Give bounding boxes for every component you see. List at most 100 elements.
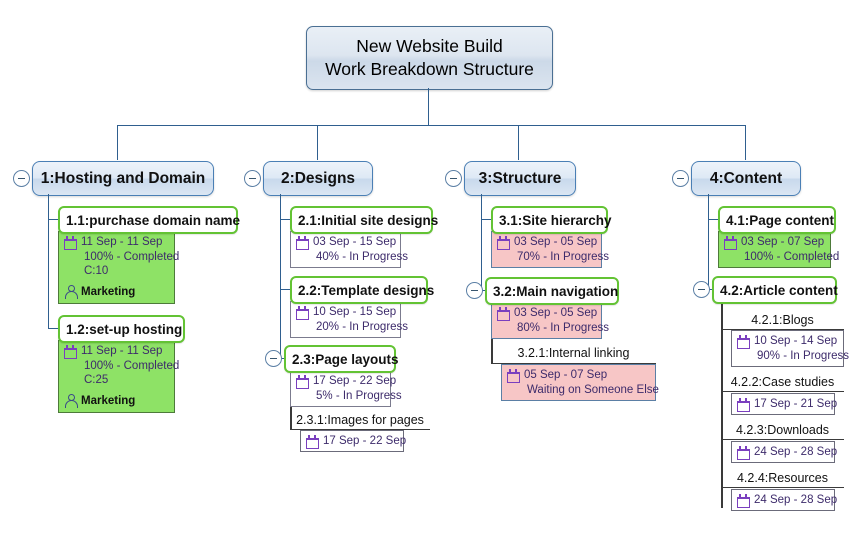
task-card-2-3[interactable]: 17 Sep - 22 Sep 5% - In Progress (290, 370, 402, 407)
subtask-card-4-2-1[interactable]: 10 Sep - 14 Sep 90% - In Progress (731, 330, 850, 367)
toggle-task-2-3[interactable] (265, 350, 282, 367)
toggle-task-4-2[interactable] (693, 281, 710, 298)
task-label-3-1[interactable]: 3.1:Site hierarchy (491, 206, 612, 234)
toggle-phase-2[interactable] (244, 170, 261, 187)
task-owner-1-2: Marketing (81, 394, 136, 407)
task-card-3-2[interactable]: 03 Sep - 05 Sep 80% - In Progress (491, 302, 610, 339)
task-label-text-4-1: 4.1:Page content (726, 212, 835, 228)
task-label-4-2[interactable]: 4.2:Article content (712, 276, 838, 304)
subtask-card-3-2-1[interactable]: 05 Sep - 07 Sep Waiting on Someone Else (501, 364, 659, 401)
phase2-drop-connector (317, 125, 318, 160)
task-status-2-1: 40% - In Progress (316, 250, 409, 263)
phase1-drop-connector (117, 125, 118, 160)
task-card-4-1[interactable]: 03 Sep - 07 Sep 100% - Completed (718, 231, 840, 268)
calendar-icon (737, 335, 750, 349)
root-node[interactable]: New Website Build Work Breakdown Structu… (306, 26, 553, 90)
task-dates-3-1: 03 Sep - 05 Sep (514, 236, 598, 248)
subtask-label-4-2-2[interactable]: 4.2.2:Case studies (721, 372, 844, 392)
subtask-card-4-2-3[interactable]: 24 Sep - 28 Sep (731, 441, 837, 463)
phase3-drop-connector (518, 125, 519, 160)
phase-node-3[interactable]: 3:Structure (464, 161, 576, 196)
task-owner-1-1: Marketing (81, 285, 136, 298)
subtask-label-3-2-1[interactable]: 3.2.1:Internal linking (491, 343, 656, 364)
root-stem-connector (428, 88, 429, 125)
subtask-card-2-3-1[interactable]: 17 Sep - 22 Sep (300, 430, 407, 452)
subtask-card-4-2-4[interactable]: 24 Sep - 28 Sep (731, 489, 838, 511)
subtask-label-2-3-1[interactable]: 2.3.1:Images for pages (290, 410, 430, 430)
subtask-label-4-2-1[interactable]: 4.2.1:Blogs (721, 310, 844, 330)
task-label-text-3-1: 3.1:Site hierarchy (499, 212, 612, 228)
calendar-icon (507, 369, 520, 383)
subtask-label-4-2-3[interactable]: 4.2.3:Downloads (721, 420, 844, 440)
task-label-text-2-1: 2.1:Initial site designs (298, 212, 439, 228)
phase-label-3: 3:Structure (478, 169, 562, 187)
toggle-phase-3[interactable] (445, 170, 462, 187)
subtask-status-4-2-1: 90% - In Progress (757, 349, 850, 362)
phase-label-4: 4:Content (709, 169, 783, 187)
task-dates-2-2: 10 Sep - 15 Sep (313, 306, 397, 318)
phase3-spine-connector (481, 194, 482, 291)
level1-bus-connector (117, 125, 745, 126)
task-card-1-2[interactable]: 11 Sep - 11 Sep 100% - Completed C:25 Ma… (58, 340, 179, 413)
task-status-1-1: 100% - Completed (84, 250, 180, 263)
calendar-icon (296, 375, 309, 389)
task-label-2-3[interactable]: 2.3:Page layouts (284, 345, 399, 373)
task-card-1-1[interactable]: 11 Sep - 11 Sep 100% - Completed C:10 Ma… (58, 231, 180, 304)
task-card-2-1[interactable]: 03 Sep - 15 Sep 40% - In Progress (290, 231, 409, 268)
phase-node-2[interactable]: 2:Designs (263, 161, 373, 196)
task-label-1-2[interactable]: 1.2:set-up hosting (58, 315, 185, 343)
task-label-text-2-3: 2.3:Page layouts (292, 351, 399, 367)
task-label-1-1[interactable]: 1.1:purchase domain name (58, 206, 241, 234)
task-dates-1-2: 11 Sep - 11 Sep (81, 345, 163, 357)
task-dates-2-3: 17 Sep - 22 Sep (313, 375, 397, 387)
subtask-label-text-4-2-2: 4.2.2:Case studies (730, 374, 835, 389)
calendar-icon (64, 236, 77, 250)
subtask-label-text-4-2-1: 4.2.1:Blogs (751, 312, 814, 327)
calendar-icon (497, 307, 510, 321)
subtask-label-text-3-2-1: 3.2.1:Internal linking (517, 346, 630, 360)
calendar-icon (64, 345, 77, 359)
phase4-drop-connector (745, 125, 746, 160)
subtask-dates-2-3-1: 17 Sep - 22 Sep (323, 435, 407, 447)
toggle-task-3-2[interactable] (466, 282, 483, 299)
task-label-text-1-1: 1.1:purchase domain name (66, 212, 241, 228)
calendar-icon (296, 306, 309, 320)
task-label-text-4-2: 4.2:Article content (720, 282, 838, 298)
task-label-text-3-2: 3.2:Main navigation (493, 283, 619, 299)
phase-label-2: 2:Designs (280, 169, 356, 187)
calendar-icon (737, 494, 750, 508)
task-label-text-1-2: 1.2:set-up hosting (66, 321, 183, 337)
subtask-label-text-4-2-4: 4.2.4:Resources (736, 470, 829, 485)
task-cost-1-2: C:25 (84, 374, 109, 386)
phase4-spine-connector (708, 194, 709, 290)
task-label-2-2[interactable]: 2.2:Template designs (290, 276, 434, 304)
toggle-phase-1[interactable] (13, 170, 30, 187)
person-icon (64, 394, 78, 408)
subtask-label-text-2-3-1: 2.3.1:Images for pages (296, 412, 424, 427)
task-label-text-2-2: 2.2:Template designs (298, 282, 435, 298)
phase-node-1[interactable]: 1:Hosting and Domain (32, 161, 214, 196)
task-card-3-1[interactable]: 03 Sep - 05 Sep 70% - In Progress (491, 231, 609, 268)
subtask-card-4-2-2[interactable]: 17 Sep - 21 Sep (731, 393, 837, 415)
phase-label-1: 1:Hosting and Domain (40, 169, 206, 187)
task-status-3-2: 80% - In Progress (517, 321, 610, 334)
phase-node-4[interactable]: 4:Content (691, 161, 801, 196)
task-status-4-1: 100% - Completed (744, 250, 840, 263)
task-label-3-2[interactable]: 3.2:Main navigation (485, 277, 619, 305)
toggle-phase-4[interactable] (672, 170, 689, 187)
task-dates-4-1: 03 Sep - 07 Sep (741, 236, 825, 248)
subtask-label-4-2-4[interactable]: 4.2.4:Resources (721, 468, 844, 488)
person-icon (64, 285, 78, 299)
phase1-spine-connector (48, 194, 49, 329)
subtask-dates-4-2-4: 24 Sep - 28 Sep (754, 494, 838, 506)
calendar-icon (737, 446, 750, 460)
task-label-4-1[interactable]: 4.1:Page content (718, 206, 836, 234)
subtask-dates-4-2-1: 10 Sep - 14 Sep (754, 335, 838, 347)
calendar-icon (306, 435, 319, 449)
task-label-2-1[interactable]: 2.1:Initial site designs (290, 206, 438, 234)
root-title-line2: Work Breakdown Structure (325, 59, 534, 79)
task-dates-1-1: 11 Sep - 11 Sep (81, 236, 163, 248)
task-card-2-2[interactable]: 10 Sep - 15 Sep 20% - In Progress (290, 301, 408, 338)
subtask-dates-3-2-1: 05 Sep - 07 Sep (524, 369, 608, 381)
calendar-icon (724, 236, 737, 250)
